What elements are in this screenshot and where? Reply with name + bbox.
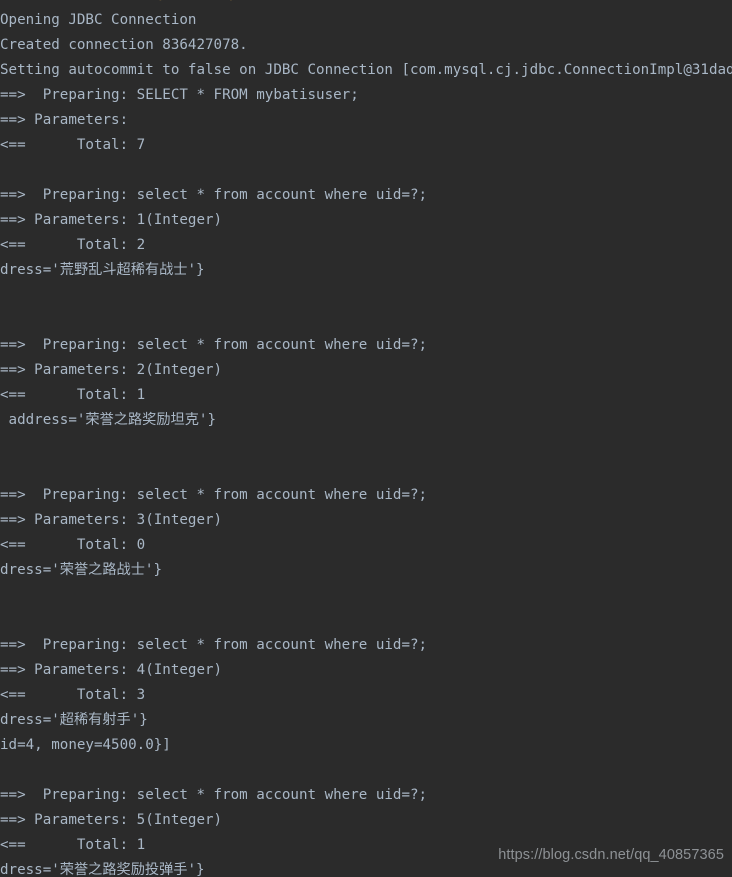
log-line: ==> Parameters: 3(Integer) (0, 512, 223, 528)
log-line: ==> Parameters: (0, 112, 129, 128)
log-line: <== Total: 0 (0, 537, 146, 553)
log-line: dress='荣誉之路战士'} (0, 562, 162, 578)
log-line: <== Total: 1 (0, 837, 146, 853)
csdn-blog-watermark: https://blog.csdn.net/qq_40857365 (498, 847, 724, 863)
log-line: <== Total: 2 (0, 237, 146, 253)
log-line: Created connection 836427078. (0, 37, 248, 53)
log-line: ==> Preparing: select * from account whe… (0, 187, 428, 203)
log-line: dress='超稀有射手'} (0, 712, 148, 728)
log-line: id=4, money=4500.0}] (0, 737, 171, 753)
log-line: ==> Preparing: SELECT * FROM mybatisuser… (0, 87, 359, 103)
log-line: dress='荣誉之路奖励投弹手'} (0, 862, 205, 877)
log-line: ==> Parameters: 5(Integer) (0, 812, 223, 828)
log-line: Opening JDBC Connection (0, 12, 197, 28)
log-line: ==> Parameters: 1(Integer) (0, 212, 223, 228)
log-line: address='荣誉之路奖励坦克'} (0, 412, 216, 428)
log-line: ==> Preparing: select * from account whe… (0, 637, 428, 653)
log-line: Setting autocommit to false on JDBC Conn… (0, 62, 732, 78)
log-line: dress='荒野乱斗超稀有战士'} (0, 262, 205, 278)
log-line: ==> Parameters: 2(Integer) (0, 362, 223, 378)
log-line: ==> Preparing: select * from account whe… (0, 337, 428, 353)
log-line: ==> Preparing: select * from account whe… (0, 487, 428, 503)
log-line: ==> Parameters: 4(Integer) (0, 662, 223, 678)
log-line: <== Total: 1 (0, 387, 146, 403)
log-line: <== Total: 7 (0, 137, 146, 153)
log-line: <== Total: 3 (0, 687, 146, 703)
console-output-panel[interactable]: · · Opening JDBC Connection Created connec… (0, 0, 732, 877)
log-line: ==> Preparing: select * from account whe… (0, 787, 428, 803)
